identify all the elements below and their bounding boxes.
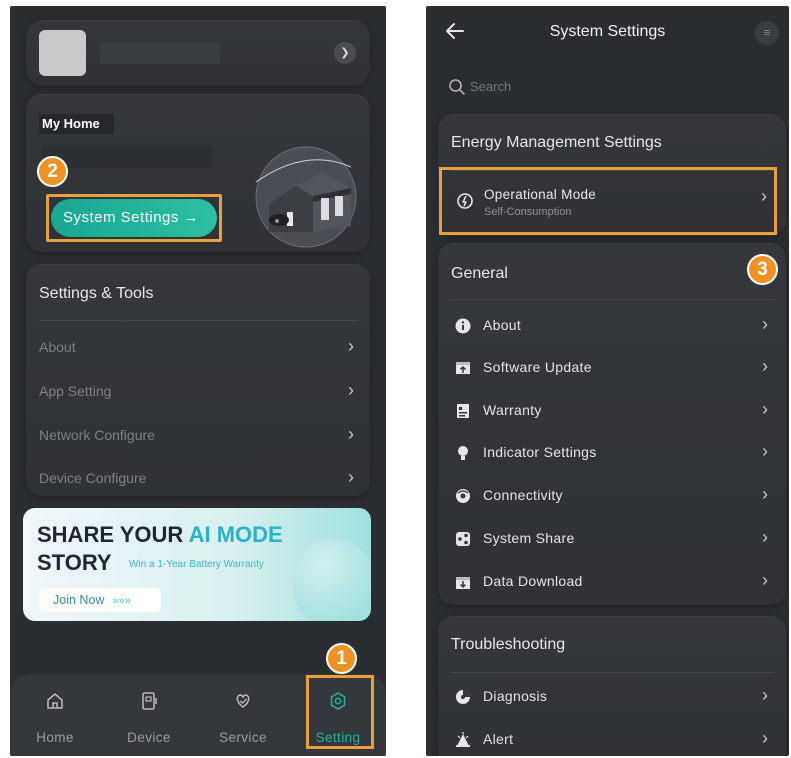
search-input[interactable]: Search	[470, 79, 511, 94]
step-badge-1: 1	[326, 643, 357, 674]
page-title: System Settings	[549, 23, 666, 40]
general-item-connectivity[interactable]: Connectivity ›	[438, 477, 786, 517]
menu-item-device-configure[interactable]: Device Configure ›	[26, 459, 370, 499]
troubleshooting-item-alert[interactable]: Alert ›	[438, 721, 786, 756]
home-icon	[47, 693, 63, 709]
general-item-indicator-settings[interactable]: Indicator Settings ›	[438, 434, 786, 474]
general-item-about[interactable]: About ›	[438, 307, 786, 347]
general-item-label: Indicator Settings	[483, 444, 597, 460]
general-item-label: Warranty	[483, 402, 542, 418]
join-now-label: Join Now	[53, 593, 105, 607]
divider	[451, 299, 774, 300]
avatar	[39, 30, 86, 76]
general-item-label: Data Download	[483, 573, 583, 589]
chevron-right-icon: ›	[762, 399, 768, 419]
menu-item-label: About	[39, 339, 76, 355]
share-icon	[456, 532, 470, 546]
menu-item-label: Device Configure	[39, 470, 147, 486]
divider	[451, 672, 774, 673]
join-now-button[interactable]: Join Now »»»	[39, 588, 161, 612]
tab-label: Home	[36, 730, 74, 745]
general-item-label: Software Update	[483, 359, 592, 375]
menu-item-label: Network Configure	[39, 427, 155, 443]
chevron-right-icon: ›	[762, 570, 768, 590]
general-title: General	[451, 265, 508, 282]
troubleshooting-item-diagnosis[interactable]: Diagnosis ›	[438, 678, 786, 718]
settings-tools-card: Settings & Tools About › App Setting › N…	[26, 264, 370, 496]
warranty-icon	[457, 404, 469, 418]
info-icon	[455, 318, 471, 334]
indicator-icon	[458, 446, 468, 460]
device-icon	[142, 692, 157, 710]
user-name-redacted	[100, 42, 220, 64]
troubleshooting-item-label: Diagnosis	[483, 688, 548, 704]
chevron-right-icon: ›	[762, 527, 768, 547]
diagnosis-icon	[456, 690, 470, 704]
banner-headline-highlight: AI MODE	[188, 522, 283, 547]
menu-item-network-configure[interactable]: Network Configure ›	[26, 416, 370, 456]
general-item-data-download[interactable]: Data Download ›	[438, 563, 786, 603]
banner-headline: SHARE YOUR AI MODE	[37, 522, 283, 548]
chevron-right-icon: ›	[348, 336, 354, 356]
chevron-right-icon[interactable]: ❯	[334, 42, 356, 64]
arrows-icon: »»»	[112, 595, 131, 607]
connectivity-icon	[456, 489, 470, 503]
troubleshooting-item-label: Alert	[483, 731, 514, 747]
home-address-redacted	[42, 146, 212, 168]
battery-illustration	[293, 538, 371, 621]
troubleshooting-card: Troubleshooting Diagnosis › Alert ›	[438, 616, 786, 756]
menu-icon[interactable]: ≡	[755, 21, 779, 45]
chevron-right-icon: ›	[762, 685, 768, 705]
chevron-right-icon: ›	[348, 467, 354, 487]
settings-tools-title: Settings & Tools	[39, 285, 154, 302]
chevron-right-icon: ›	[348, 424, 354, 444]
energy-management-title: Energy Management Settings	[451, 134, 662, 151]
profile-card[interactable]: ❯	[26, 20, 370, 86]
chevron-right-icon: ›	[762, 484, 768, 504]
banner-headline-line2: STORY	[37, 550, 112, 575]
house-illustration	[255, 146, 357, 248]
promo-banner[interactable]: SHARE YOUR AI MODE STORY Win a 1-Year Ba…	[23, 508, 371, 621]
general-card: General About › Software Update › Warran…	[438, 243, 786, 605]
general-item-label: System Share	[483, 530, 575, 546]
home-name: My Home	[39, 114, 114, 134]
divider	[39, 320, 358, 321]
download-icon	[456, 577, 470, 589]
general-item-label: About	[483, 317, 522, 333]
menu-item-app-setting[interactable]: App Setting ›	[26, 372, 370, 412]
alert-icon	[456, 732, 470, 747]
system-settings-screen: System Settings ≡ Search Energy Manageme…	[426, 6, 789, 756]
general-item-software-update[interactable]: Software Update ›	[438, 349, 786, 389]
troubleshooting-title: Troubleshooting	[451, 636, 566, 653]
chevron-right-icon: ›	[762, 728, 768, 748]
service-icon	[236, 694, 250, 708]
tab-label: Service	[219, 730, 267, 745]
general-item-warranty[interactable]: Warranty ›	[438, 392, 786, 432]
step-badge-3: 3	[747, 254, 778, 285]
update-icon	[456, 362, 470, 374]
app-settings-screen: ❯ My Home System Settings → Settings & T…	[10, 6, 386, 756]
menu-item-about[interactable]: About ›	[26, 328, 370, 368]
general-item-system-share[interactable]: System Share ›	[438, 520, 786, 560]
highlight-box-operational-mode[interactable]	[439, 167, 777, 235]
tab-label: Device	[127, 730, 171, 745]
search-icon	[449, 79, 465, 95]
chevron-right-icon: ›	[762, 356, 768, 376]
banner-tagline: Win a 1-Year Battery Warranty	[129, 559, 264, 570]
step-badge-2: 2	[37, 156, 68, 187]
banner-headline-part: SHARE YOUR	[37, 522, 189, 547]
highlight-box-system-settings	[46, 194, 222, 242]
chevron-right-icon: ›	[762, 314, 768, 334]
chevron-right-icon: ›	[762, 441, 768, 461]
general-item-label: Connectivity	[483, 487, 563, 503]
chevron-right-icon: ›	[348, 380, 354, 400]
menu-item-label: App Setting	[39, 383, 112, 399]
highlight-box-setting-tab	[306, 675, 374, 749]
